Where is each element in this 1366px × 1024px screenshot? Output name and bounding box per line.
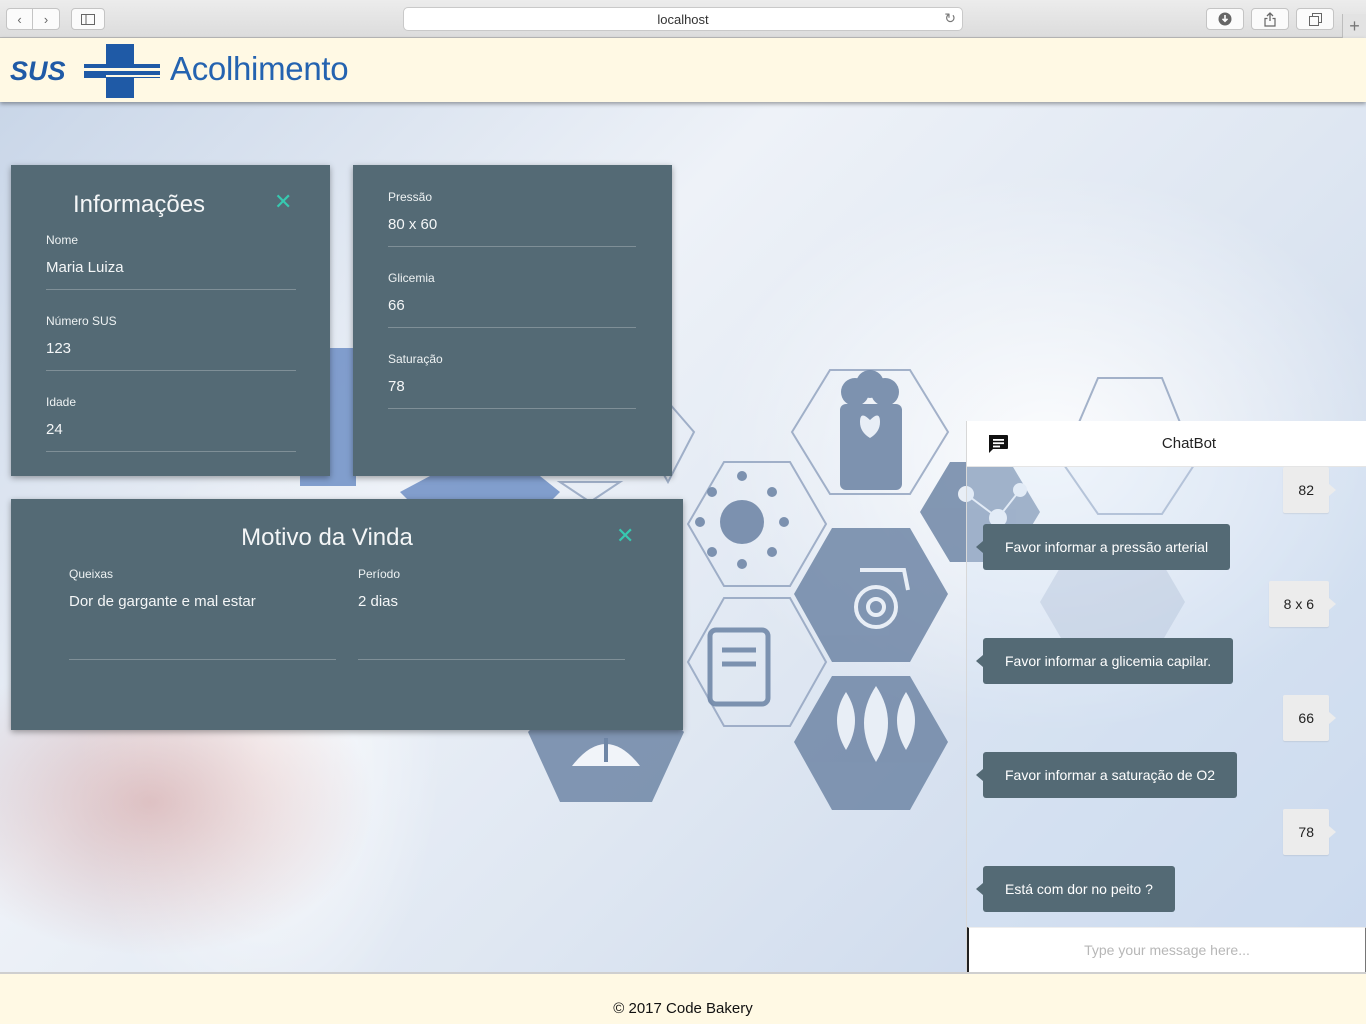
field-label: Período bbox=[358, 567, 401, 581]
user-message: 66 bbox=[1283, 695, 1336, 741]
chatbot-title: ChatBot bbox=[1161, 435, 1217, 452]
chatbot-header: ChatBot bbox=[967, 421, 1366, 467]
field-label: Idade bbox=[46, 395, 77, 409]
user-message: 78 bbox=[1283, 809, 1336, 855]
sus-logo: SUS bbox=[10, 44, 160, 98]
reload-icon[interactable]: ↻ bbox=[944, 10, 956, 27]
user-message: 82 bbox=[1283, 467, 1336, 513]
forward-icon[interactable]: › bbox=[33, 8, 60, 30]
field-label: Número SUS bbox=[46, 314, 117, 328]
close-icon[interactable]: ✕ bbox=[616, 525, 634, 547]
field-value[interactable]: 2 dias bbox=[358, 593, 625, 610]
sus-logo-text: SUS bbox=[10, 56, 66, 86]
field-value[interactable]: 24 bbox=[46, 421, 296, 438]
field-value[interactable]: Dor de gargante e mal estar bbox=[69, 593, 336, 610]
field-nome: Nome Maria Luiza bbox=[46, 233, 296, 290]
field-glicemia: Glicemia 66 bbox=[388, 271, 636, 328]
info-card-title: Informações bbox=[73, 191, 206, 218]
browser-nav-group: ‹ › bbox=[6, 8, 60, 30]
sidebar-icon[interactable] bbox=[71, 8, 105, 30]
close-icon[interactable]: ✕ bbox=[274, 191, 292, 213]
field-label: Queixas bbox=[69, 567, 114, 581]
field-pressao: Pressão 80 x 60 bbox=[388, 190, 636, 247]
field-value[interactable]: 78 bbox=[388, 378, 636, 395]
bot-message: Favor informar a saturação de O2 bbox=[975, 752, 1238, 798]
field-idade: Idade 24 bbox=[46, 395, 296, 452]
field-label: Glicemia bbox=[388, 271, 435, 285]
user-message: 8 x 6 bbox=[1268, 581, 1337, 627]
reason-card: Motivo da Vinda ✕ Queixas Dor de gargant… bbox=[11, 499, 683, 730]
field-label: Pressão bbox=[388, 190, 433, 204]
url-text: localhost bbox=[657, 11, 709, 27]
chatbot-panel: ChatBot 82 Favor informar a pressão arte… bbox=[966, 421, 1366, 974]
bot-message: Favor informar a pressão arterial bbox=[975, 524, 1231, 570]
share-icon[interactable] bbox=[1251, 8, 1289, 30]
footer: © 2017 Code Bakery bbox=[0, 972, 1366, 1024]
field-queixas: Queixas Dor de gargante e mal estar bbox=[69, 567, 336, 660]
field-value[interactable]: 66 bbox=[388, 297, 636, 314]
field-label: Nome bbox=[46, 233, 79, 247]
bot-message: Está com dor no peito ? bbox=[976, 866, 1175, 912]
footer-copyright: © 2017 Code Bakery bbox=[613, 1000, 753, 1017]
reason-card-title: Motivo da Vinda bbox=[241, 524, 413, 551]
download-icon[interactable] bbox=[1206, 8, 1244, 30]
vitals-card: Pressão 80 x 60 Glicemia 66 Saturação 78 bbox=[353, 165, 672, 476]
field-saturacao: Saturação 78 bbox=[388, 352, 636, 409]
new-tab-icon[interactable]: + bbox=[1342, 14, 1366, 38]
field-value[interactable]: Maria Luiza bbox=[46, 259, 296, 276]
chat-message-input[interactable] bbox=[967, 927, 1366, 974]
field-label: Saturação bbox=[388, 352, 443, 366]
back-icon[interactable]: ‹ bbox=[6, 8, 33, 30]
bot-message: Favor informar a glicemia capilar. bbox=[975, 638, 1234, 684]
browser-toolbar: ‹ › localhost ↻ + bbox=[0, 0, 1366, 38]
field-value[interactable]: 80 x 60 bbox=[388, 216, 636, 233]
address-bar[interactable]: localhost ↻ bbox=[403, 7, 963, 31]
chat-messages: 82 Favor informar a pressão arterial 8 x… bbox=[967, 467, 1366, 927]
field-numero-sus: Número SUS 123 bbox=[46, 314, 296, 371]
app-header: SUS Acolhimento bbox=[0, 38, 1366, 102]
info-card: Informações ✕ Nome Maria Luiza Número SU… bbox=[11, 165, 330, 476]
field-periodo: Período 2 dias bbox=[358, 567, 625, 660]
tabs-icon[interactable] bbox=[1296, 8, 1334, 30]
app-title: Acolhimento bbox=[170, 50, 349, 87]
field-value[interactable]: 123 bbox=[46, 340, 296, 357]
